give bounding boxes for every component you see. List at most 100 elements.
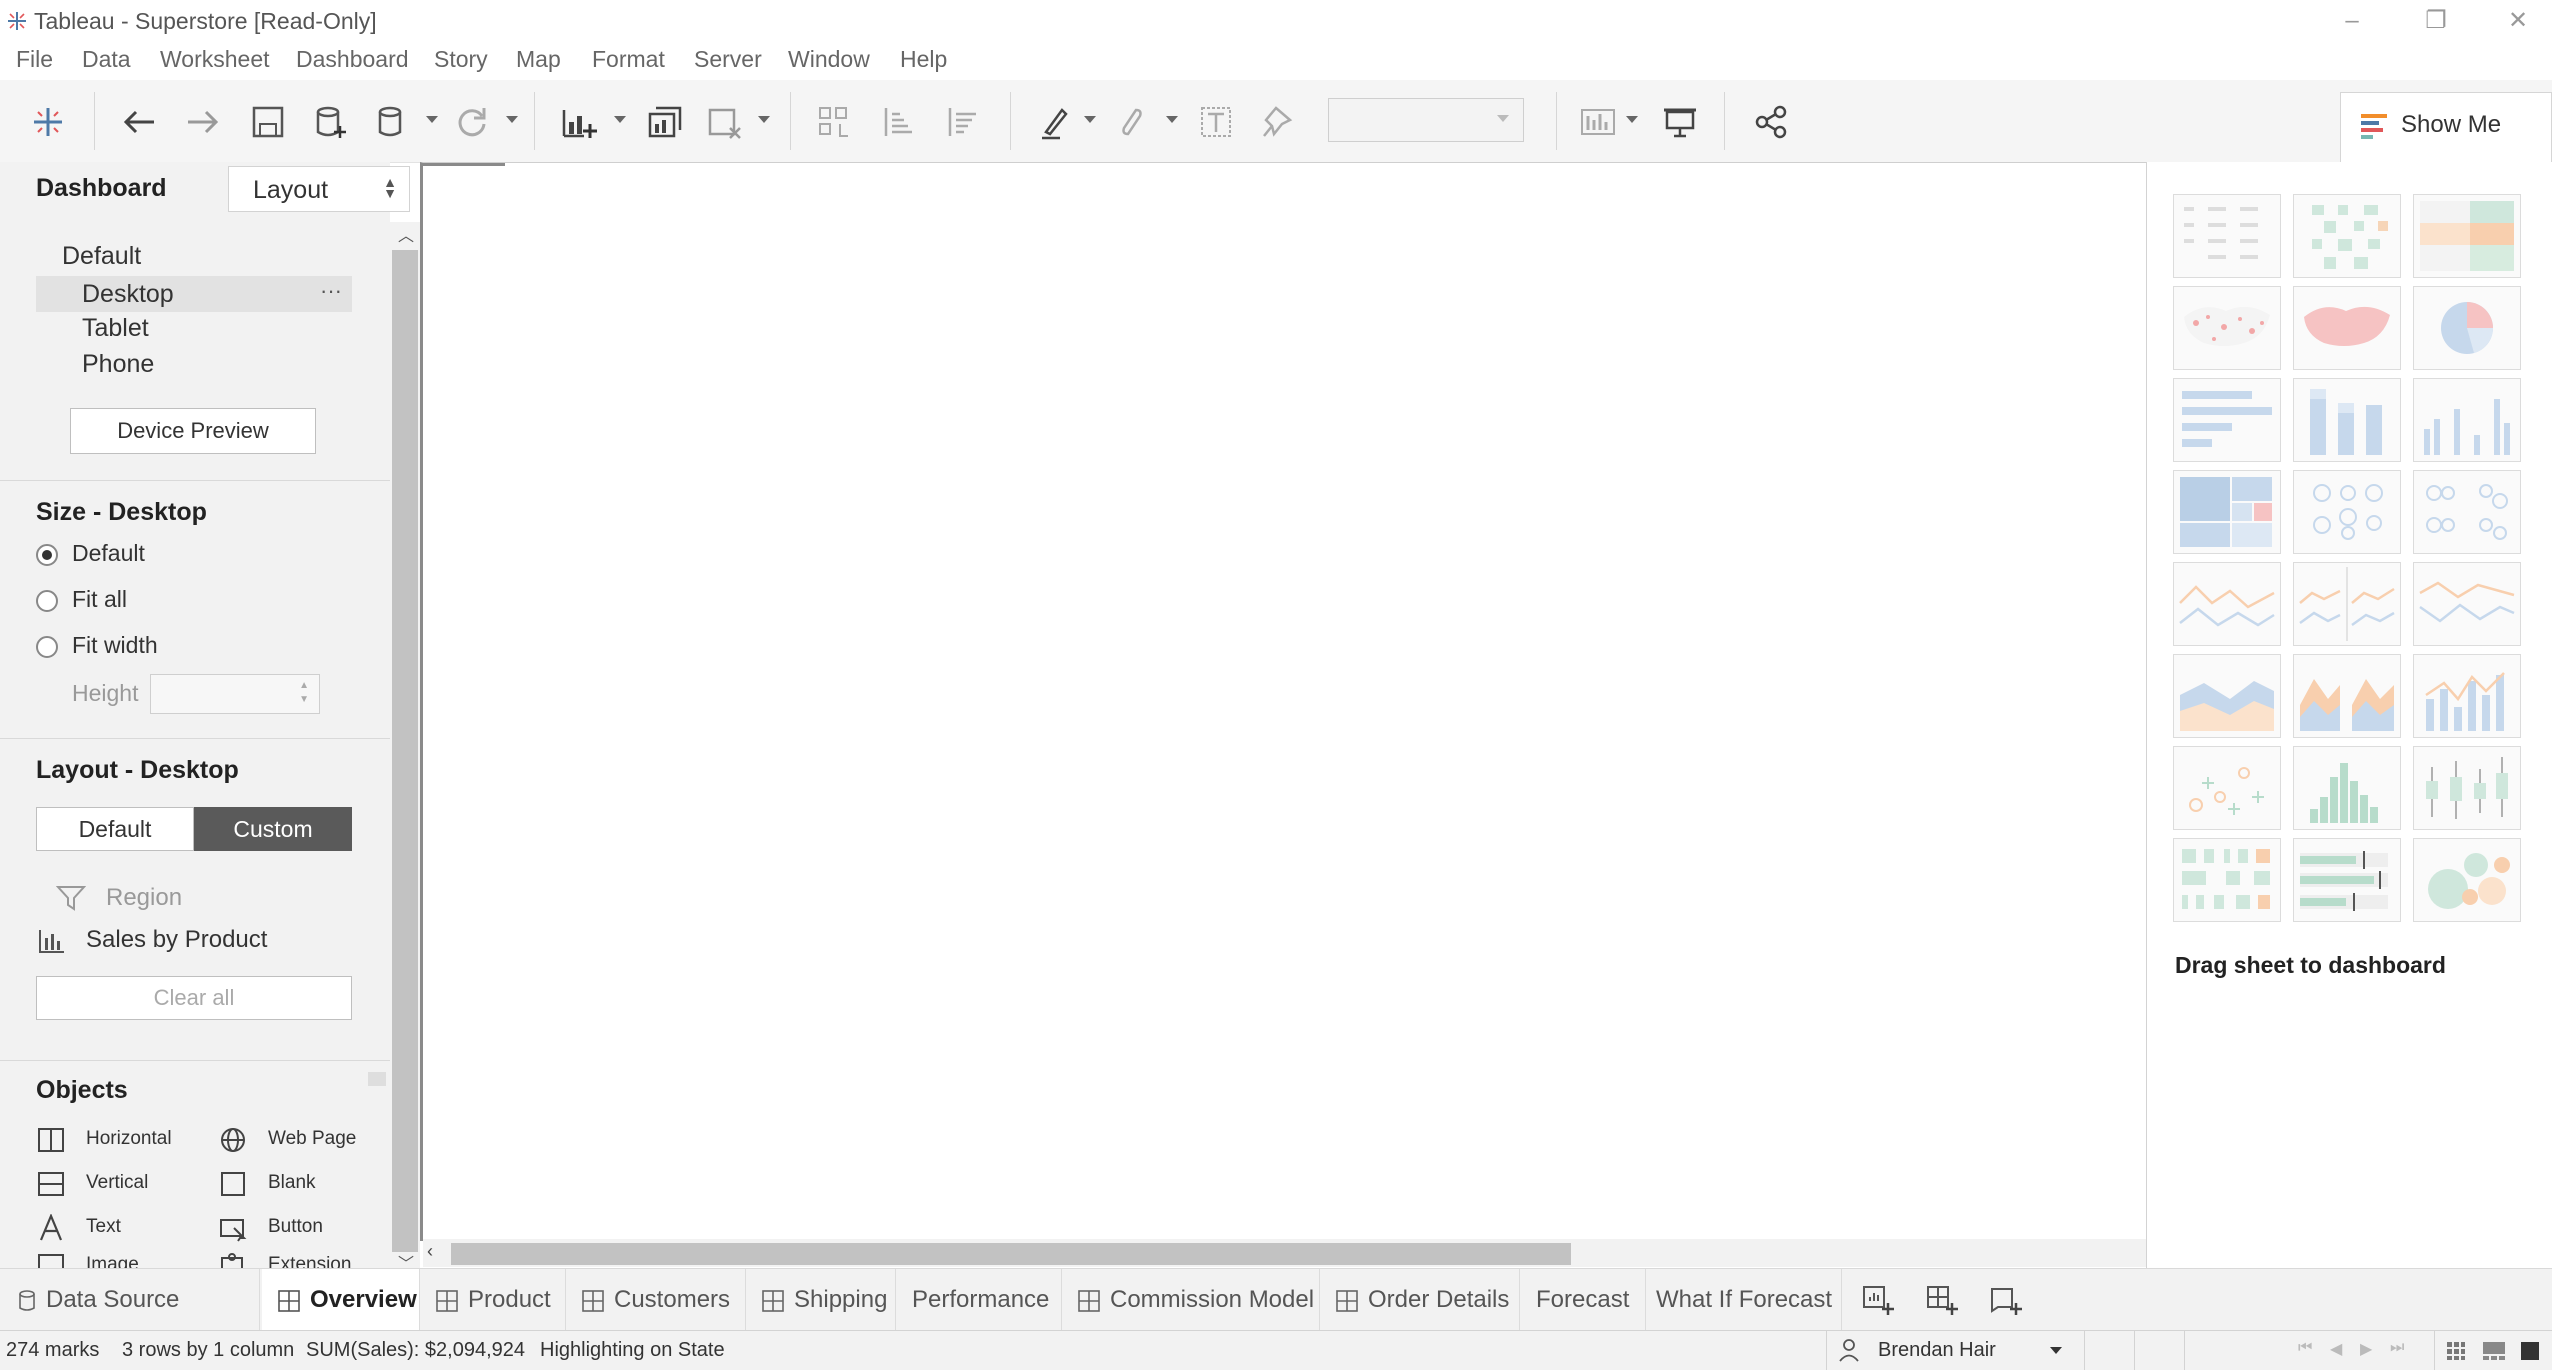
menu-worksheet[interactable]: Worksheet [160,46,270,73]
chart-circle-views-icon[interactable] [2293,470,2401,554]
chart-text-table-icon[interactable] [2173,194,2281,278]
object-web-page[interactable]: Web Page [268,1128,356,1150]
layout-item-sales-by-product[interactable]: Sales by Product [86,926,267,954]
tab-data-source[interactable]: Data Source [0,1269,260,1331]
share-icon[interactable] [1750,100,1794,144]
device-default[interactable]: Default [62,242,141,271]
tab-customers[interactable]: Customers [566,1269,746,1331]
show-filmstrip-icon[interactable] [2482,1341,2506,1361]
chart-stacked-bars-icon[interactable] [2293,378,2401,462]
layout-default-toggle[interactable]: Default [36,807,194,851]
device-tablet[interactable]: Tablet [82,314,149,343]
minimize-icon[interactable]: – [2324,4,2380,38]
clear-all-button[interactable]: Clear all [36,976,352,1020]
swap-rows-columns-icon[interactable] [812,100,856,144]
restore-icon[interactable]: ❐ [2408,4,2464,38]
chart-area-continuous-icon[interactable] [2173,654,2281,738]
tab-dashboard[interactable]: Dashboard [0,162,228,214]
object-extension[interactable]: Extension [268,1254,351,1268]
group-members-icon[interactable] [1110,100,1154,144]
clear-sheet-icon[interactable] [702,100,746,144]
chevron-down-icon[interactable] [1084,116,1096,123]
data-source-icon[interactable] [370,100,414,144]
redo-icon[interactable] [180,100,224,144]
object-vertical[interactable]: Vertical [86,1172,148,1194]
last-sheet-icon[interactable]: ⏭ [2390,1339,2404,1357]
tab-product[interactable]: Product [420,1269,566,1331]
chevron-down-icon[interactable] [758,116,770,123]
object-blank[interactable]: Blank [268,1172,316,1194]
device-preview-button[interactable]: Device Preview [70,408,316,454]
chevron-down-icon[interactable] [614,116,626,123]
chart-pie-icon[interactable] [2413,286,2521,370]
sort-descending-icon[interactable] [940,100,984,144]
duplicate-sheet-icon[interactable] [642,100,686,144]
chart-histogram-icon[interactable] [2293,746,2401,830]
new-worksheet-tab-icon[interactable] [1862,1283,1896,1317]
layout-item-region[interactable]: Region [106,884,182,912]
first-sheet-icon[interactable]: ⏮ [2298,1339,2312,1357]
more-options-icon[interactable]: ··· [320,278,342,304]
undo-icon[interactable] [118,100,162,144]
show-me-button[interactable]: Show Me [2340,92,2552,162]
new-worksheet-icon[interactable] [556,100,600,144]
chevron-down-icon[interactable] [1166,116,1178,123]
tab-performance[interactable]: Performance [896,1269,1062,1331]
dashboard-canvas[interactable]: ‹ [420,162,2149,1267]
sort-ascending-icon[interactable] [876,100,920,144]
tab-layout[interactable]: Layout ▲ ▼ [228,166,410,212]
menu-format[interactable]: Format [592,46,665,73]
stepper-icon[interactable]: ▲ ▼ [299,679,309,707]
resize-handle[interactable] [368,1072,386,1086]
menu-data[interactable]: Data [82,46,131,73]
show-mark-labels-icon[interactable] [1194,100,1238,144]
chart-continuous-lines-icon[interactable] [2173,562,2281,646]
scroll-left-icon[interactable]: ‹ [427,1241,433,1262]
chart-bullet-graph-icon[interactable] [2293,838,2401,922]
menu-server[interactable]: Server [694,46,762,73]
user-menu[interactable]: Brendan Hair [1828,1331,2078,1370]
highlight-icon[interactable] [1034,100,1078,144]
tab-commission-model[interactable]: Commission Model [1062,1269,1320,1331]
chart-packed-bubbles-icon[interactable] [2413,838,2521,922]
tableau-home-icon[interactable] [26,100,70,144]
canvas-horizontal-scrollbar[interactable]: ‹ [423,1239,2149,1267]
menu-dashboard[interactable]: Dashboard [296,46,409,73]
chart-side-by-side-bars-icon[interactable] [2413,378,2521,462]
scrollbar-thumb[interactable] [451,1243,1571,1265]
close-icon[interactable]: ✕ [2490,4,2546,38]
chart-symbol-map-icon[interactable] [2173,286,2281,370]
chart-side-by-side-circles-icon[interactable] [2413,470,2521,554]
tab-forecast[interactable]: Forecast [1520,1269,1646,1331]
size-default-radio[interactable] [36,544,58,566]
device-desktop-row[interactable]: Desktop ··· [36,276,352,312]
chart-filled-map-icon[interactable] [2293,286,2401,370]
presentation-mode-icon[interactable] [1658,100,1702,144]
new-story-tab-icon[interactable] [1990,1283,2024,1317]
device-phone[interactable]: Phone [82,350,154,379]
tab-overview[interactable]: Overview [262,1269,420,1331]
save-icon[interactable] [246,100,290,144]
pin-axes-icon[interactable] [1256,100,1300,144]
new-data-source-icon[interactable] [308,100,352,144]
tab-order-details[interactable]: Order Details [1320,1269,1520,1331]
menu-map[interactable]: Map [516,46,561,73]
chevron-down-icon[interactable] [426,116,438,123]
previous-sheet-icon[interactable]: ◀ [2330,1339,2342,1359]
menu-help[interactable]: Help [900,46,947,73]
object-button[interactable]: Button [268,1216,323,1238]
show-sheet-sorter-icon[interactable] [2446,1341,2466,1361]
chart-dual-lines-icon[interactable] [2413,562,2521,646]
menu-window[interactable]: Window [788,46,870,73]
chart-highlight-table-icon[interactable] [2413,194,2521,278]
object-text[interactable]: Text [86,1216,121,1238]
chart-gantt-icon[interactable] [2173,838,2281,922]
tab-what-if-forecast[interactable]: What If Forecast [1646,1269,1842,1331]
refresh-icon[interactable] [450,100,494,144]
scroll-up-icon[interactable]: ︿ [398,222,414,246]
chart-box-whisker-icon[interactable] [2413,746,2521,830]
chart-area-discrete-icon[interactable] [2293,654,2401,738]
menu-file[interactable]: File [16,46,53,73]
scrollbar-thumb[interactable] [392,250,418,1252]
size-fit-all-radio[interactable] [36,590,58,612]
